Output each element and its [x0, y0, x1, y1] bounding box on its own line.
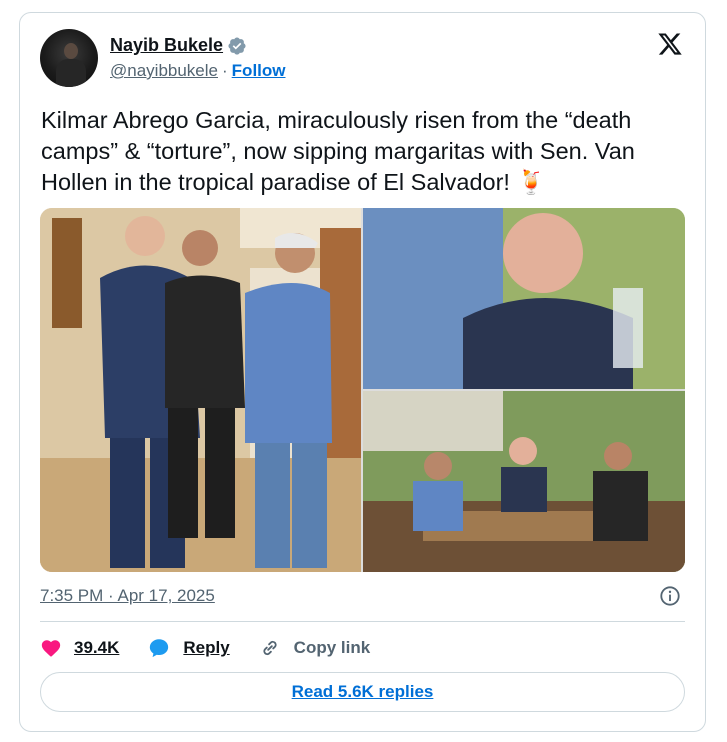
handle-row: @nayibbukele · Follow	[110, 61, 286, 81]
like-count: 39.4K	[74, 638, 120, 657]
author-name-row: Nayib Bukele	[110, 35, 247, 56]
reply-icon	[150, 639, 169, 658]
photo-handshake[interactable]	[40, 208, 361, 572]
follow-button[interactable]: Follow	[232, 61, 286, 81]
copy-link-button[interactable]: Copy link	[258, 637, 371, 659]
tweet-card: Nayib Bukele @nayibbukele · Follow Kilma…	[19, 12, 706, 732]
divider	[40, 621, 685, 622]
reply-button[interactable]: Reply	[147, 637, 230, 659]
action-bar: 39.4K Reply Copy link	[40, 633, 398, 663]
tweet-timestamp[interactable]: 7:35 PM · Apr 17, 2025	[40, 586, 215, 606]
copy-link-label: Copy link	[293, 638, 371, 657]
media-grid[interactable]	[40, 208, 685, 572]
photo-meeting[interactable]	[363, 391, 685, 572]
read-replies-button[interactable]: Read 5.6K replies	[40, 672, 685, 712]
heart-icon	[41, 640, 61, 657]
x-logo-icon[interactable]	[657, 31, 683, 57]
like-button[interactable]: 39.4K	[40, 637, 119, 659]
avatar[interactable]	[40, 29, 98, 87]
info-icon[interactable]	[659, 585, 681, 607]
photo-closeup[interactable]	[363, 208, 685, 389]
author-name[interactable]: Nayib Bukele	[110, 35, 223, 56]
reply-label: Reply	[183, 638, 230, 657]
author-handle[interactable]: @nayibbukele	[110, 61, 218, 81]
separator: ·	[222, 61, 228, 80]
link-icon	[263, 640, 277, 656]
tweet-text: Kilmar Abrego Garcia, miraculously risen…	[41, 107, 635, 195]
verified-icon	[228, 36, 246, 55]
